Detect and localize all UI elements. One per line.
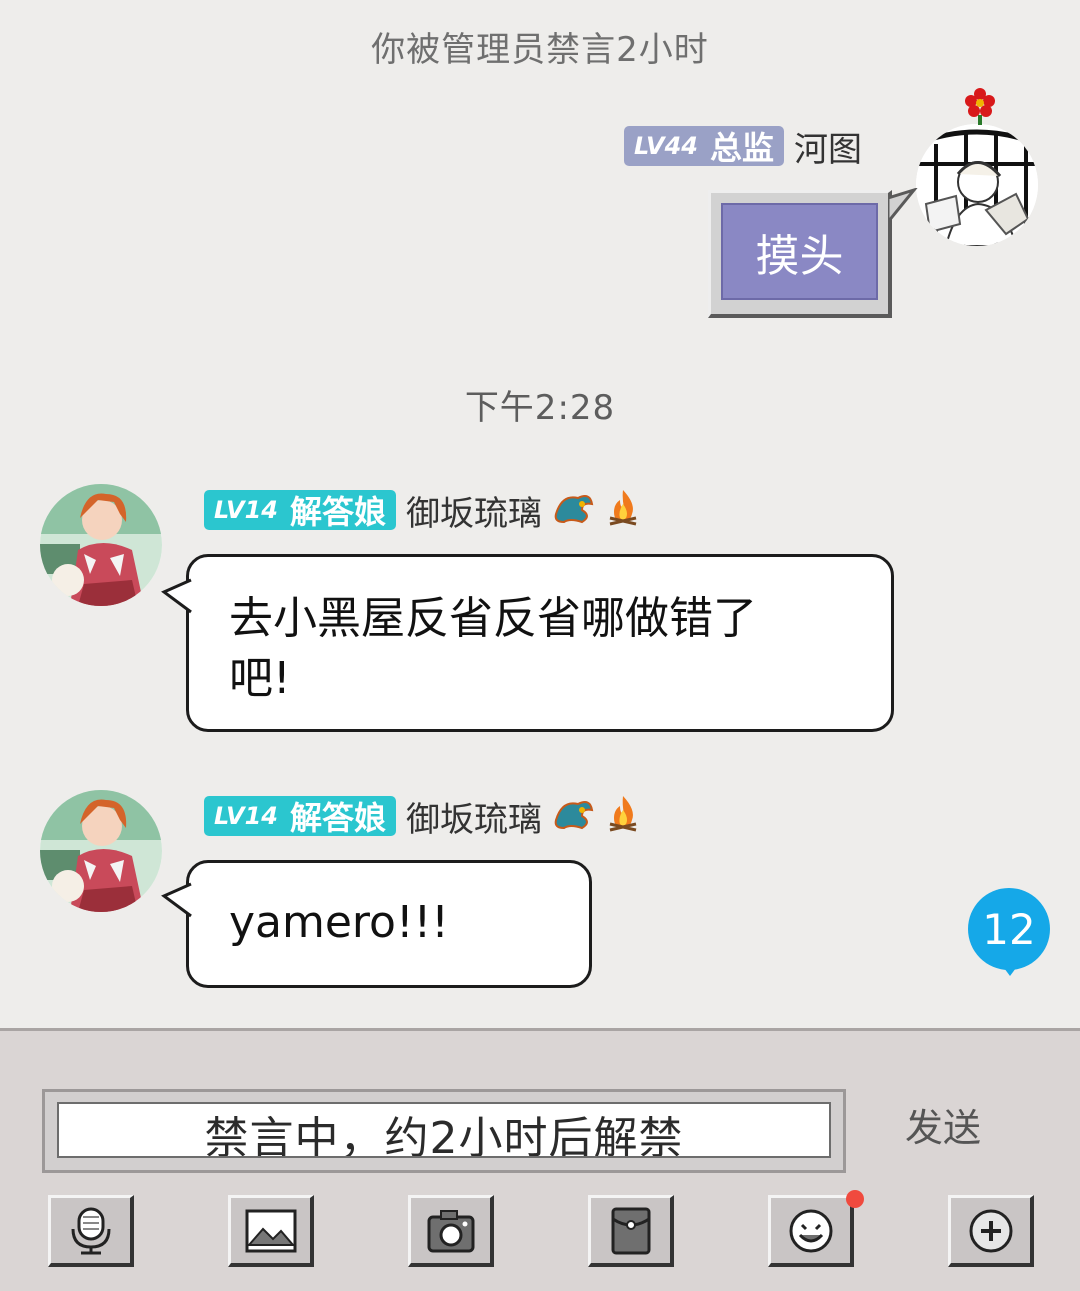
message-2-text-line1: yamero!!! [229, 897, 449, 948]
emoji-icon [789, 1209, 832, 1252]
self-username: 河图 [793, 129, 862, 170]
self-avatar[interactable] [916, 124, 1038, 246]
self-name-row: LV44 总监 河图 [624, 124, 862, 170]
message-1-text-line1: 去小黑屋反省反省哪做错了 [229, 593, 757, 644]
message-1-bubble[interactable]: 去小黑屋反省反省哪做错了 吧! [186, 554, 894, 732]
self-level: LV44 [634, 132, 698, 160]
image-icon [245, 1209, 296, 1252]
voice-button[interactable] [48, 1195, 134, 1267]
emoji-notification-dot [846, 1190, 864, 1208]
red-packet-icon [611, 1207, 650, 1254]
self-level-badge: LV44 总监 [624, 126, 784, 167]
self-title: 总监 [709, 129, 774, 167]
message-input[interactable]: 禁言中，约2小时后解禁 [57, 1102, 831, 1158]
message-2-bubble[interactable]: yamero!!! [186, 860, 592, 988]
more-button[interactable] [948, 1195, 1034, 1267]
fire-medal-icon [606, 794, 640, 838]
message-input-frame: 禁言中，约2小时后解禁 [42, 1089, 846, 1173]
plus-icon [969, 1209, 1012, 1252]
message-2-name-row: LV14 解答娘 御坂琉璃 [204, 794, 640, 840]
system-notice: 你被管理员禁言2小时 [371, 30, 709, 70]
red-packet-button[interactable] [588, 1195, 674, 1267]
dragon-medal-icon [552, 794, 596, 838]
message-1-bubble-tail [161, 578, 192, 614]
unread-badge-tail [998, 960, 1022, 976]
message-1-text-line2: 吧! [229, 653, 291, 704]
message-2-level: LV14 [214, 802, 278, 830]
chat-screen: 你被管理员禁言2小时 LV44 总监 河图 摸头 下午2:28 LV14 解答娘… [0, 0, 1080, 1291]
send-button[interactable]: 发送 [905, 1097, 981, 1152]
mic-icon [71, 1207, 110, 1254]
message-2-title: 解答娘 [289, 799, 386, 837]
self-bubble-tail [888, 188, 918, 225]
message-1-name-row: LV14 解答娘 御坂琉璃 [204, 488, 640, 534]
emoji-button[interactable] [768, 1195, 854, 1267]
message-2-level-badge: LV14 解答娘 [204, 796, 396, 837]
flower-decoration-icon [962, 86, 998, 126]
other-avatar[interactable] [40, 484, 162, 606]
image-button[interactable] [228, 1195, 314, 1267]
message-2-bubble-tail [161, 882, 192, 918]
camera-button[interactable] [408, 1195, 494, 1267]
message-1-title: 解答娘 [289, 493, 386, 531]
time-divider: 下午2:28 [464, 388, 616, 428]
message-2-username: 御坂琉璃 [405, 799, 542, 840]
unread-count-badge[interactable]: 12 [968, 888, 1050, 970]
camera-icon [427, 1209, 474, 1252]
input-panel: 禁言中，约2小时后解禁 发送 [0, 1028, 1080, 1291]
message-1-username: 御坂琉璃 [405, 493, 542, 534]
dragon-medal-icon [552, 488, 596, 532]
fire-medal-icon [606, 488, 640, 532]
other-avatar[interactable] [40, 790, 162, 912]
self-message-bubble[interactable]: 摸头 [708, 190, 892, 318]
message-1-level: LV14 [214, 496, 278, 524]
message-1-level-badge: LV14 解答娘 [204, 490, 396, 531]
self-message-text: 摸头 [721, 203, 878, 300]
